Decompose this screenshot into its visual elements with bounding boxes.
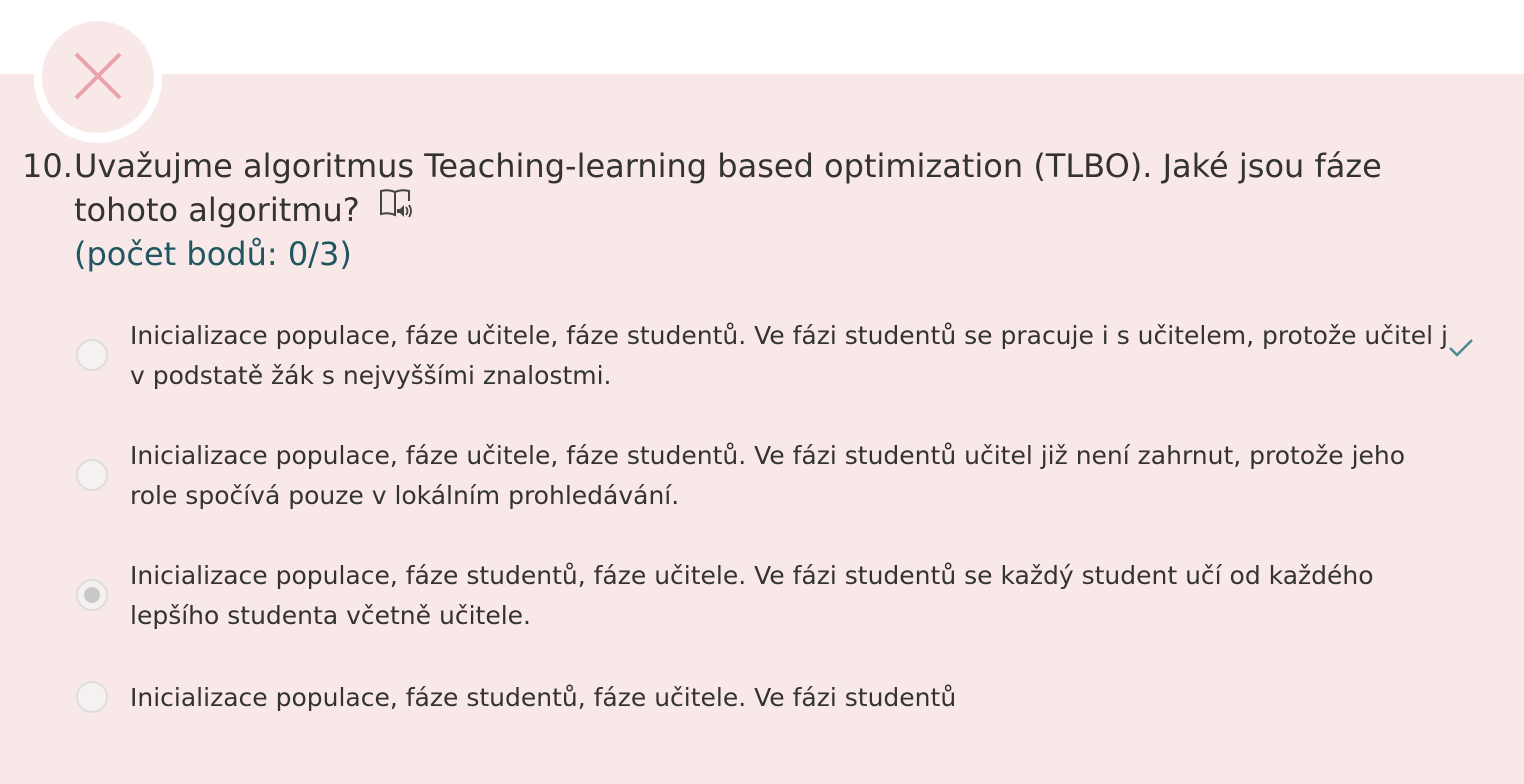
option-label: Inicializace populace, fáze učitele, fáz… bbox=[130, 321, 1448, 390]
radio-button[interactable] bbox=[76, 459, 108, 491]
speaker-book-icon[interactable] bbox=[378, 186, 414, 230]
checkmark-icon bbox=[1449, 339, 1473, 357]
question-number: 10. bbox=[22, 147, 73, 185]
radio-button[interactable] bbox=[76, 681, 108, 713]
question-text: Uvažujme algoritmus Teaching-learning ba… bbox=[74, 147, 1382, 229]
status-badge bbox=[34, 15, 162, 143]
close-icon bbox=[74, 52, 122, 100]
radio-button[interactable] bbox=[76, 339, 108, 371]
question-text-block: Uvažujme algoritmus Teaching-learning ba… bbox=[74, 144, 1464, 234]
option-label: Inicializace populace, fáze studentů, fá… bbox=[130, 683, 957, 712]
points-score: (počet bodů: 0/3) bbox=[74, 235, 352, 273]
top-strip bbox=[0, 0, 1524, 74]
option-label: Inicializace populace, fáze studentů, fá… bbox=[130, 561, 1374, 630]
status-badge-inner bbox=[42, 21, 154, 133]
radio-button-selected[interactable] bbox=[76, 579, 108, 611]
option-label: Inicializace populace, fáze učitele, fáz… bbox=[130, 441, 1406, 510]
